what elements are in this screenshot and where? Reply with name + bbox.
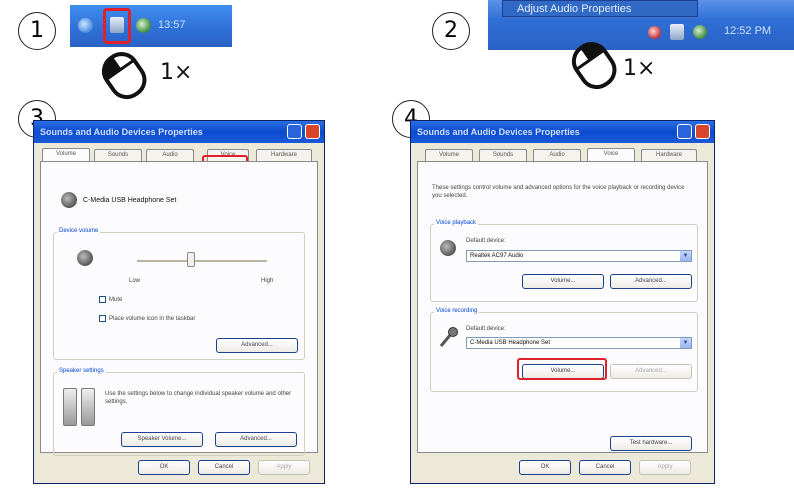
tab-voice[interactable]: Voice (587, 148, 635, 161)
mute-checkbox[interactable] (99, 296, 106, 303)
tray-app-icon[interactable] (78, 18, 93, 33)
close-button[interactable] (305, 124, 320, 139)
voice-tab-dialog: Sounds and Audio Devices Properties Volu… (410, 120, 715, 484)
speaker-icon-highlight (103, 8, 131, 44)
voice-recording-label: Voice recording (434, 308, 480, 314)
speaker-icon (61, 192, 77, 208)
chevron-down-icon[interactable]: ▼ (680, 251, 691, 261)
playback-device-select[interactable]: Realtek AC97 Audio ▼ (466, 250, 692, 262)
network-tray-icon[interactable] (136, 18, 151, 33)
volume-slider-track (137, 260, 267, 262)
volume-slider-thumb[interactable] (187, 252, 195, 267)
recording-volume-highlight (517, 358, 607, 380)
test-hardware-button[interactable]: Test hardware... (610, 436, 692, 451)
playback-advanced-button[interactable]: Advanced... (610, 274, 692, 289)
voice-recording-group (430, 312, 698, 392)
tab-audio[interactable]: Audio (533, 149, 581, 161)
tab-hardware[interactable]: Hardware (256, 149, 312, 161)
device-name: C-Media USB Headphone Set (83, 197, 177, 204)
taskbar-icon-checkbox[interactable] (99, 315, 106, 322)
volume-tab-panel: C-Media USB Headphone Set Device volume … (40, 161, 318, 456)
tab-sounds[interactable]: Sounds (94, 149, 142, 161)
recording-device-value: C-Media USB Headphone Set (470, 340, 551, 346)
step-2-taskbar: Adjust Audio Properties 12:52 PM (488, 0, 794, 50)
volume-tab-dialog: Sounds and Audio Devices Properties Volu… (33, 120, 325, 484)
adjust-audio-properties-item[interactable]: Adjust Audio Properties (517, 3, 631, 15)
tab-sounds[interactable]: Sounds (479, 149, 527, 161)
cancel-button[interactable]: Cancel (198, 460, 250, 475)
recording-default-label: Default device: (466, 326, 506, 332)
speaker-volume-button[interactable]: Speaker Volume... (121, 432, 203, 447)
close-button[interactable] (695, 124, 710, 139)
step-2-number: 2 (432, 12, 470, 50)
step-1-number: 1 (18, 12, 56, 50)
context-menu: Adjust Audio Properties (502, 0, 698, 17)
speakers-icon (63, 388, 77, 426)
recording-advanced-button[interactable]: Advanced... (610, 364, 692, 379)
mute-label: Mute (109, 297, 123, 303)
dialog-title: Sounds and Audio Devices Properties (411, 121, 714, 143)
dialog-title: Sounds and Audio Devices Properties (34, 121, 324, 143)
speaker-tray-icon[interactable] (670, 24, 684, 40)
recording-device-select[interactable]: C-Media USB Headphone Set ▼ (466, 337, 692, 349)
voice-tab-panel: These settings control volume and advanc… (417, 161, 708, 453)
tray-clock: 13:57 (158, 19, 186, 31)
playback-default-label: Default device: (466, 238, 506, 244)
playback-volume-button[interactable]: Volume... (522, 274, 604, 289)
speaker-settings-label: Speaker settings (57, 368, 106, 374)
tab-volume[interactable]: Volume (425, 149, 473, 161)
intro-text: These settings control volume and advanc… (432, 185, 685, 199)
tray-app-icon-a[interactable] (648, 26, 661, 39)
microphone-icon (439, 327, 458, 347)
network-tray-icon[interactable] (693, 25, 707, 39)
tab-hardware[interactable]: Hardware (641, 149, 697, 161)
step-1-taskbar: 13:57 (70, 5, 232, 47)
tray-clock: 12:52 PM (724, 25, 772, 37)
voice-playback-label: Voice playback (434, 220, 479, 226)
tab-audio[interactable]: Audio (146, 149, 194, 161)
help-button[interactable] (287, 124, 302, 139)
apply-button[interactable]: Apply (639, 460, 691, 475)
taskbar-icon-label: Place volume icon in the taskbar (109, 316, 196, 322)
chevron-down-icon[interactable]: ▼ (680, 338, 691, 348)
playback-device-value: Realtek AC97 Audio (470, 253, 524, 259)
apply-button[interactable]: Apply (258, 460, 310, 475)
speakers-icon-right (81, 388, 95, 426)
mouse-icon (571, 42, 617, 90)
speaker-advanced-button[interactable]: Advanced... (215, 432, 297, 447)
high-label: High (261, 278, 274, 284)
volume-speaker-icon (77, 250, 93, 266)
low-label: Low (129, 278, 141, 284)
mouse-icon (101, 52, 147, 100)
ok-button[interactable]: OK (138, 460, 190, 475)
speaker-text: Use the settings below to change individ… (105, 391, 292, 405)
help-button[interactable] (677, 124, 692, 139)
click-count-2: 1× (623, 56, 656, 81)
ok-button[interactable]: OK (519, 460, 571, 475)
voice-playback-group (430, 224, 698, 302)
device-advanced-button[interactable]: Advanced... (216, 338, 298, 353)
playback-speaker-icon (440, 240, 456, 256)
cancel-button[interactable]: Cancel (579, 460, 631, 475)
click-count-1: 1× (160, 60, 193, 85)
device-volume-label: Device volume (57, 228, 101, 234)
tab-volume[interactable]: Volume (42, 148, 90, 161)
